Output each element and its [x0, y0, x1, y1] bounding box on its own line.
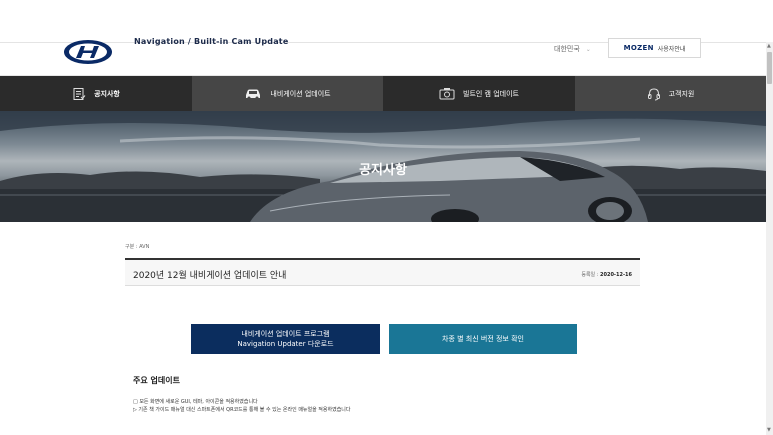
post-title: 2020년 12월 내비게이션 업데이트 안내 [133, 271, 287, 281]
nav-item-cam-update[interactable]: 빌트인 캠 업데이트 [383, 76, 575, 111]
hero-title: 공지사항 [359, 163, 407, 178]
headset-icon [647, 87, 661, 101]
post-date: 등록일 : 2020-12-16 [581, 271, 632, 278]
version-info-button[interactable]: 차종 별 최신 버전 정보 확인 [389, 324, 577, 354]
mozen-logo: MOZEN [623, 44, 654, 52]
major-updates-heading: 주요 업데이트 [133, 376, 180, 385]
nav-item-label: 고객지원 [668, 89, 695, 98]
language-label: 대한민국 [554, 45, 580, 53]
scroll-down-arrow-icon[interactable]: ▼ [767, 427, 771, 433]
nav-item-notice[interactable]: 공지사항 [0, 76, 192, 111]
camera-icon [439, 87, 455, 100]
post-header: 2020년 12월 내비게이션 업데이트 안내 등록일 : 2020-12-16 [125, 258, 640, 286]
site-header: Navigation / Built-in Cam Update 대한민국 ⌄ M… [0, 0, 766, 76]
car-icon [244, 87, 262, 100]
button-line-1: 내비게이션 업데이트 프로그램 [241, 330, 330, 338]
scroll-thumb[interactable] [767, 52, 772, 84]
nav-item-label: 공지사항 [94, 89, 120, 98]
nav-item-support[interactable]: 고객지원 [575, 76, 766, 111]
mozen-guide-label: 사용자안내 [657, 45, 686, 53]
navigation-updater-download-button[interactable]: 내비게이션 업데이트 프로그램 Navigation Updater 다운로드 [191, 324, 380, 354]
nav-item-label: 빌트인 캠 업데이트 [463, 89, 519, 98]
language-select[interactable]: 대한민국 ⌄ [554, 44, 591, 54]
scroll-up-arrow-icon[interactable]: ▲ [767, 43, 771, 49]
notice-list-icon [72, 87, 86, 101]
button-line-2: Navigation Updater 다운로드 [237, 340, 334, 348]
page: Navigation / Built-in Cam Update 대한민국 ⌄ M… [0, 0, 773, 435]
brand-subtitle: Navigation / Built-in Cam Update [134, 37, 289, 46]
nav-item-label: 내비게이션 업데이트 [270, 89, 331, 98]
main-nav: 공지사항 내비게이션 업데이트 빌트인 캠 업데이트 고객지원 [0, 76, 766, 111]
post-category: 구분 : AVN [125, 244, 150, 250]
chevron-down-icon: ⌄ [585, 46, 591, 53]
update-item: □ 모든 화면에 새로운 GUI, 테마, 아이콘을 적용하였습니다 [133, 399, 258, 405]
post-date-value: 2020-12-16 [600, 272, 632, 278]
mozen-guide-button[interactable]: MOZEN 사용자안내 [608, 38, 701, 58]
hyundai-logo[interactable] [62, 38, 114, 64]
hero-banner: 공지사항 [0, 111, 766, 222]
nav-item-navigation-update[interactable]: 내비게이션 업데이트 [192, 76, 383, 111]
update-item: ▷ 기존 책 가이드 매뉴얼 대신 스마트폰에서 QR코드를 통해 볼 수 있는… [133, 407, 351, 413]
vertical-scrollbar[interactable]: ▲ ▼ [766, 42, 773, 435]
post-date-label: 등록일 : [581, 272, 601, 278]
